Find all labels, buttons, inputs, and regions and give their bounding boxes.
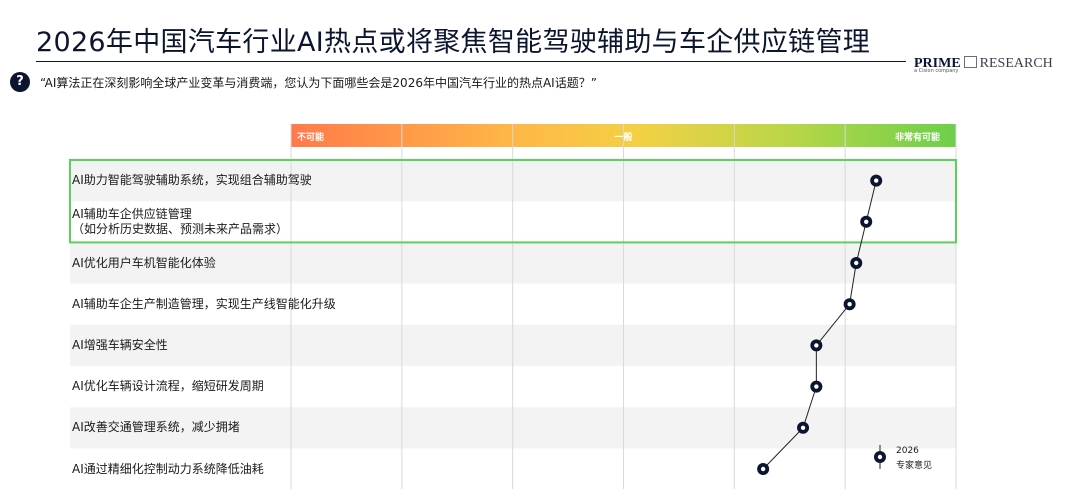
category-label-line: AI优化车辆设计流程，缩短研发周期 xyxy=(72,379,264,394)
data-point-center xyxy=(814,343,819,348)
category-label-line: （如分析历史数据、预测未来产品需求） xyxy=(72,221,289,236)
legend-marker-center xyxy=(877,454,883,460)
data-point-center xyxy=(760,466,766,472)
legend-year: 2026 xyxy=(896,446,919,456)
category-label: AI改善交通管理系统，减少拥堵 xyxy=(72,420,240,435)
category-label: AI优化车辆设计流程，缩短研发周期 xyxy=(72,379,264,394)
data-point-center xyxy=(847,302,852,307)
category-label: AI增强车辆安全性 xyxy=(72,338,168,353)
data-point-center xyxy=(854,260,859,266)
data-point-center xyxy=(874,178,879,183)
category-label: AI助力智能驾驶辅助系统，实现组合辅助驾驶 xyxy=(72,173,312,188)
data-point-center xyxy=(864,219,869,224)
category-label: AI优化用户车机智能化体验 xyxy=(72,256,216,271)
data-point-center xyxy=(814,384,819,389)
legend-label: 专家意见 xyxy=(896,461,933,471)
category-label: AI通过精细化控制动力系统降低油耗 xyxy=(72,462,264,477)
category-label: AI辅助车企生产制造管理，实现生产线智能化升级 xyxy=(72,297,336,312)
category-label-line: AI辅助车企生产制造管理，实现生产线智能化升级 xyxy=(72,296,336,311)
category-label-line: AI通过精细化控制动力系统降低油耗 xyxy=(72,461,264,476)
category-label-line: AI助力智能驾驶辅助系统，实现组合辅助驾驶 xyxy=(72,173,312,188)
data-point-center xyxy=(800,425,806,430)
category-label-line: AI辅助车企供应链管理 xyxy=(72,206,192,221)
category-label: AI辅助车企供应链管理 （如分析历史数据、预测未来产品需求） xyxy=(72,207,288,237)
category-label-line: AI优化用户车机智能化体验 xyxy=(72,255,216,270)
category-label-line: AI增强车辆安全性 xyxy=(72,337,168,352)
category-label-line: AI改善交通管理系统，减少拥堵 xyxy=(72,420,240,435)
